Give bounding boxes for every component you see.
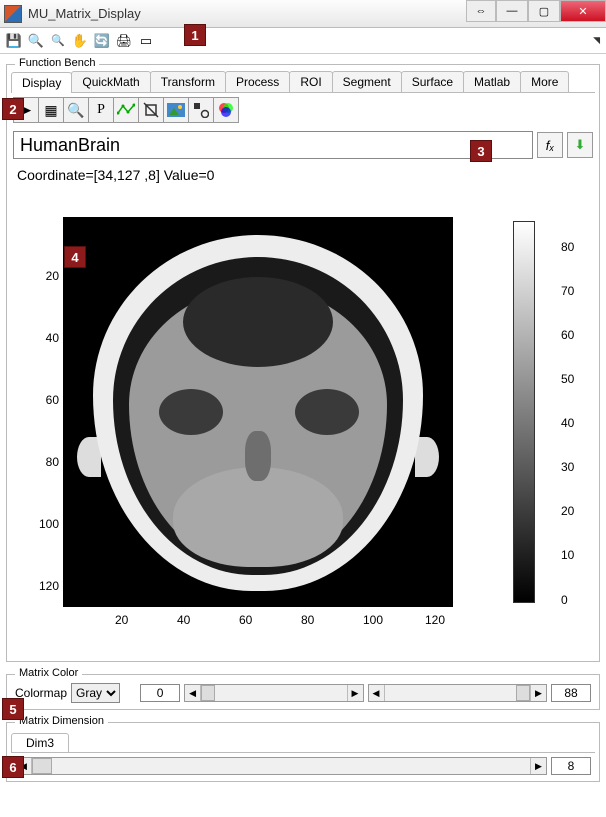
- download-button[interactable]: ⬇: [567, 132, 593, 158]
- colormap-select[interactable]: Gray: [71, 683, 120, 703]
- colorbar-tick: 70: [561, 284, 574, 298]
- shapes-icon[interactable]: [188, 97, 214, 123]
- arrow-right-icon[interactable]: ▶: [347, 685, 363, 701]
- function-tabs: Display QuickMath Transform Process ROI …: [11, 71, 595, 93]
- color-min-slider[interactable]: ◀ ▶: [184, 684, 363, 702]
- dimension-value-input[interactable]: [551, 757, 591, 775]
- x-tick: 100: [363, 613, 383, 627]
- titlebar: MU_Matrix_Display ⇔ — ▢ ✕: [0, 0, 606, 28]
- x-tick: 40: [177, 613, 190, 627]
- colorbar-tick: 60: [561, 328, 574, 342]
- matrix-name-input[interactable]: [13, 131, 533, 159]
- colorbar-tick: 10: [561, 548, 574, 562]
- image-axes[interactable]: [63, 217, 453, 607]
- tab-dim3[interactable]: Dim3: [11, 733, 69, 752]
- tab-roi[interactable]: ROI: [289, 71, 332, 92]
- photo-icon[interactable]: [163, 97, 189, 123]
- y-tick: 40: [46, 331, 59, 345]
- toolbar-menu-icon[interactable]: ◥: [593, 35, 600, 46]
- coordinate-readout: Coordinate=[34,127 ,8] Value=0: [11, 163, 595, 187]
- zoom-out-icon[interactable]: 🔍: [48, 31, 68, 51]
- quick-toolbar: 💾 🔍 🔍 ✋ 🔄 🖨 ▭ ◥: [0, 28, 606, 54]
- window-maximize-button[interactable]: ▢: [528, 0, 560, 22]
- tab-more[interactable]: More: [520, 71, 569, 92]
- print-icon[interactable]: 🖨: [114, 31, 134, 51]
- image-axes-area: 20 40 60 80 100 120 20 40 60 80 100 120: [15, 197, 591, 657]
- display-toolrow: ➤ ▦ 🔍 P: [11, 93, 595, 127]
- matrix-color-group: Matrix Color Colormap Gray ◀ ▶ ◀ ▶: [6, 674, 600, 710]
- x-tick: 120: [425, 613, 445, 627]
- y-tick: 20: [46, 269, 59, 283]
- function-bench-group: Function Bench Display QuickMath Transfo…: [6, 64, 600, 662]
- y-tick: 60: [46, 393, 59, 407]
- colorbar-tick: 40: [561, 416, 574, 430]
- colorbar-tick: 80: [561, 240, 574, 254]
- tab-segment[interactable]: Segment: [332, 71, 402, 92]
- callout-1: 1: [184, 24, 206, 46]
- rgb-venn-icon[interactable]: [213, 97, 239, 123]
- arrow-right-icon[interactable]: ▶: [530, 685, 546, 701]
- color-max-slider[interactable]: ◀ ▶: [368, 684, 547, 702]
- arrow-right-icon[interactable]: ▶: [530, 758, 546, 774]
- text-p-icon[interactable]: P: [88, 97, 114, 123]
- arrow-left-icon[interactable]: ◀: [369, 685, 385, 701]
- save-icon[interactable]: 💾: [4, 31, 24, 51]
- tab-matlab[interactable]: Matlab: [463, 71, 521, 92]
- window-help-button[interactable]: ⇔: [466, 0, 496, 22]
- crop-icon[interactable]: [138, 97, 164, 123]
- colorbar-tick: 30: [561, 460, 574, 474]
- y-tick: 120: [39, 579, 59, 593]
- callout-4: 4: [64, 246, 86, 268]
- tab-surface[interactable]: Surface: [401, 71, 464, 92]
- window-title: MU_Matrix_Display: [28, 6, 466, 21]
- dimension-slider[interactable]: ◀ ▶: [15, 757, 547, 775]
- y-tick: 80: [46, 455, 59, 469]
- callout-6: 6: [2, 756, 24, 778]
- matrix-dimension-legend: Matrix Dimension: [15, 715, 108, 727]
- color-min-input[interactable]: [140, 684, 180, 702]
- y-tick: 100: [39, 517, 59, 531]
- callout-2: 2: [2, 98, 24, 120]
- arrow-left-icon[interactable]: ◀: [185, 685, 201, 701]
- colorbar-tick: 50: [561, 372, 574, 386]
- window-minimize-button[interactable]: —: [496, 0, 528, 22]
- window-close-button[interactable]: ✕: [560, 0, 606, 22]
- zoom-in-icon[interactable]: 🔍: [26, 31, 46, 51]
- tab-transform[interactable]: Transform: [150, 71, 226, 92]
- colorbar-tick: 20: [561, 504, 574, 518]
- magnifier-icon[interactable]: 🔍: [63, 97, 89, 123]
- x-tick: 20: [115, 613, 128, 627]
- new-figure-icon[interactable]: ▭: [136, 31, 156, 51]
- color-max-input[interactable]: [551, 684, 591, 702]
- x-tick: 60: [239, 613, 252, 627]
- app-icon: [4, 5, 22, 23]
- colorbar-tick: 0: [561, 593, 568, 607]
- pan-icon[interactable]: ✋: [70, 31, 90, 51]
- colorbar[interactable]: [513, 221, 535, 603]
- tab-quickmath[interactable]: QuickMath: [71, 71, 150, 92]
- fx-button[interactable]: fₓ: [537, 132, 563, 158]
- tab-display[interactable]: Display: [11, 72, 72, 93]
- matrix-color-legend: Matrix Color: [15, 667, 82, 679]
- x-tick: 80: [301, 613, 314, 627]
- matrix-dimension-group: Matrix Dimension Dim3 ◀ ▶: [6, 722, 600, 782]
- polyline-icon[interactable]: [113, 97, 139, 123]
- tab-process[interactable]: Process: [225, 71, 290, 92]
- brain-slice-image: [63, 217, 453, 607]
- function-bench-legend: Function Bench: [15, 57, 99, 69]
- grid-icon[interactable]: ▦: [38, 97, 64, 123]
- rotate-icon[interactable]: 🔄: [92, 31, 112, 51]
- callout-5: 5: [2, 698, 24, 720]
- callout-3: 3: [470, 140, 492, 162]
